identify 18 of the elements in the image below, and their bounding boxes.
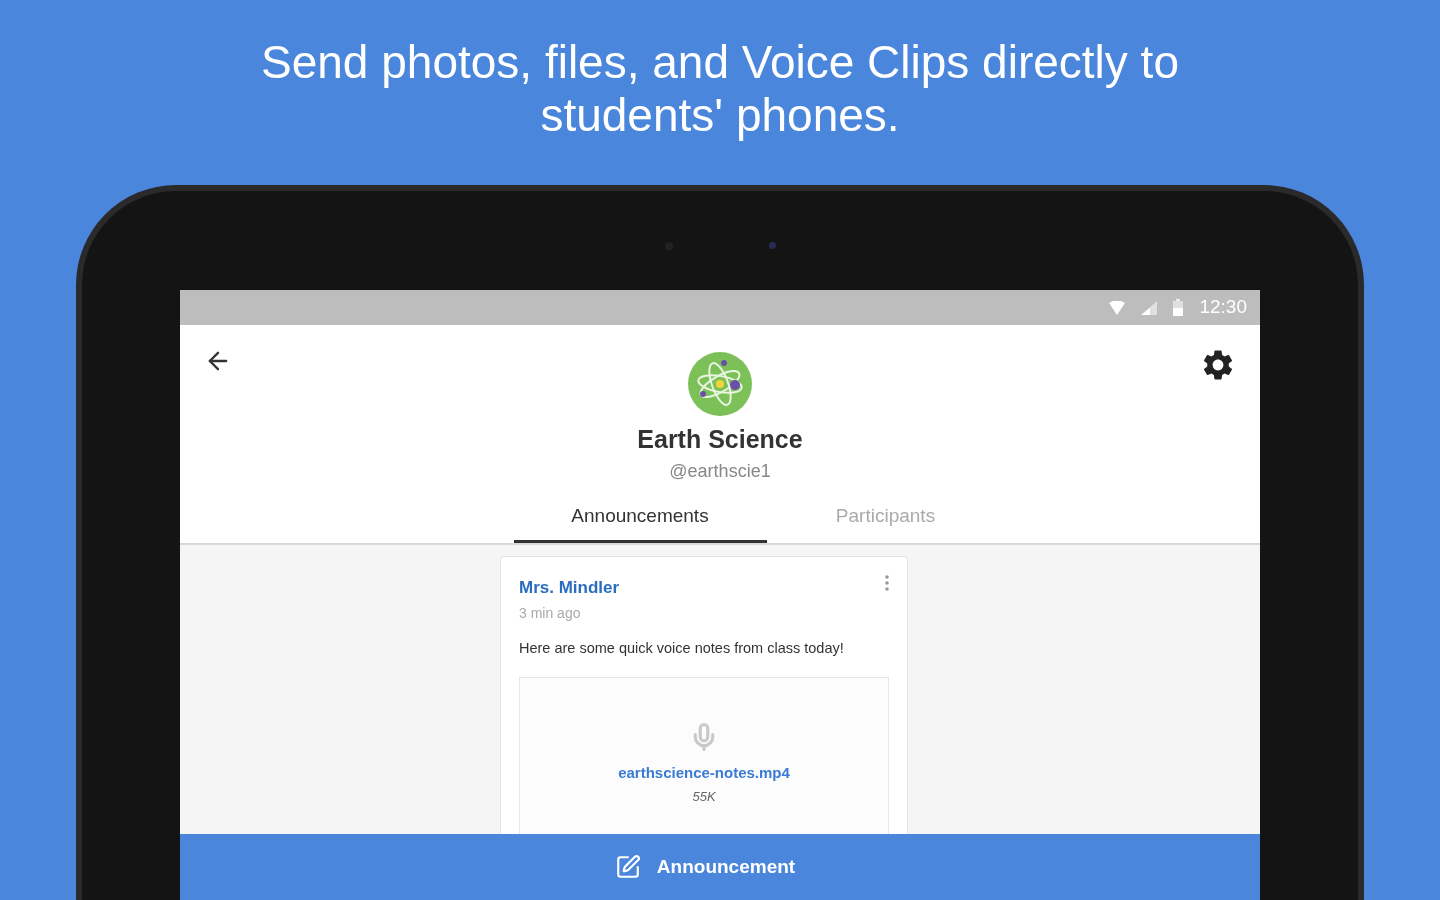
new-announcement-button[interactable]: Announcement [180, 834, 1260, 900]
clock-time: 12:30 [1199, 295, 1247, 320]
class-handle: @earthscie1 [669, 460, 771, 483]
atom-logo-icon [688, 352, 752, 416]
attachment-card[interactable]: earthscience-notes.mp4 55K [519, 677, 889, 834]
author-name[interactable]: Mrs. Mindler [519, 575, 620, 601]
camera-lens-icon [768, 242, 776, 249]
attachment-filename[interactable]: earthscience-notes.mp4 [618, 762, 790, 785]
headline: Send photos, files, and Voice Clips directly to students' phones. [260, 36, 1180, 142]
signal-icon [1141, 300, 1158, 315]
wifi-icon [1109, 300, 1126, 315]
class-name: Earth Science [637, 424, 803, 454]
more-options-icon[interactable] [885, 575, 889, 591]
post-body: Here are some quick voice notes from class today! [519, 638, 845, 658]
post-time: 3 min ago [519, 603, 582, 623]
attachment-size: 55K [692, 787, 716, 806]
pencil-square-icon[interactable] [614, 854, 641, 880]
battery-icon [1173, 299, 1184, 316]
